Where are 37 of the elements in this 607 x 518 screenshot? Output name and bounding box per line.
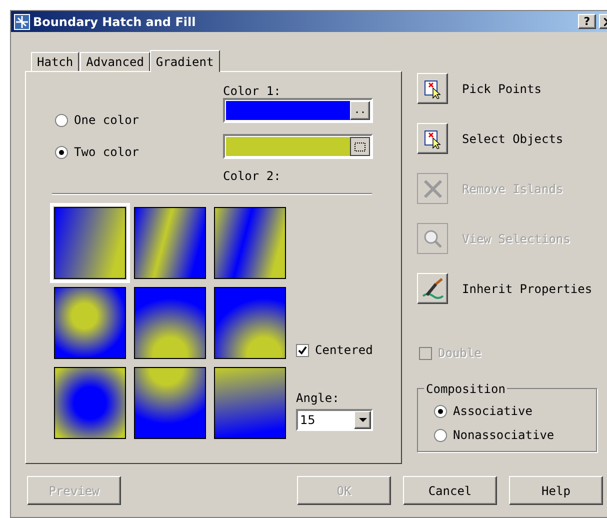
radio-button[interactable] bbox=[434, 404, 447, 418]
angle-dropdown[interactable]: 15 bbox=[296, 409, 373, 431]
help-button[interactable]: ? bbox=[578, 14, 596, 29]
field-label: Color 2: bbox=[223, 168, 282, 185]
brush-icon bbox=[422, 278, 444, 300]
checkbox[interactable] bbox=[296, 344, 309, 356]
radio-label: Two color bbox=[74, 144, 140, 161]
radio-button[interactable] bbox=[55, 146, 68, 158]
color-field[interactable]: .. bbox=[223, 98, 373, 123]
dialog-button[interactable]: Help bbox=[509, 476, 603, 505]
color-picker-button[interactable]: .. bbox=[350, 101, 370, 120]
cross-icon bbox=[422, 178, 442, 198]
app-icon bbox=[14, 14, 30, 30]
radio-button[interactable] bbox=[55, 114, 68, 126]
window-title: Boundary Hatch and Fill bbox=[33, 14, 197, 30]
checkbox-label: Centered bbox=[315, 342, 373, 359]
tab[interactable]: Advanced bbox=[80, 52, 150, 71]
search-icon bbox=[422, 228, 442, 248]
action-label: Pick Points bbox=[462, 80, 542, 98]
gradient-swatch[interactable] bbox=[50, 203, 130, 283]
tab[interactable]: Gradient bbox=[150, 50, 220, 72]
window-cursor-icon bbox=[422, 128, 442, 148]
radio-label: Associative bbox=[453, 403, 532, 420]
action-label: Inherit Properties bbox=[462, 280, 592, 298]
field-label: Color 1: bbox=[223, 83, 282, 100]
color-picker-button[interactable] bbox=[350, 137, 370, 156]
dotted-box-icon bbox=[354, 142, 366, 152]
radio-label: Nonassociative bbox=[453, 427, 554, 444]
tab[interactable]: Hatch bbox=[31, 52, 80, 71]
radio-button[interactable] bbox=[434, 428, 447, 442]
dropdown-arrow-icon bbox=[358, 418, 366, 422]
radio-label: One color bbox=[74, 112, 140, 129]
color-field[interactable] bbox=[223, 134, 373, 159]
window-cursor-icon bbox=[422, 78, 442, 98]
dialog-button[interactable]: Cancel bbox=[403, 476, 497, 505]
action-label: Select Objects bbox=[462, 130, 564, 148]
field-label: Angle: bbox=[296, 390, 340, 407]
